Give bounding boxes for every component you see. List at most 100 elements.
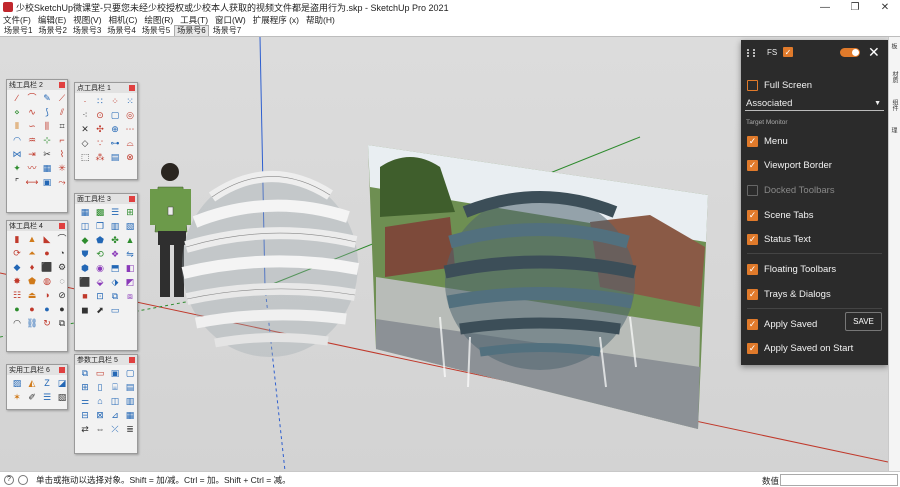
face-cube-icon[interactable]: ⬛ (78, 276, 92, 289)
scatter-icon[interactable]: ⁖ (78, 109, 92, 122)
scene-tabs-checkbox[interactable]: ✓ (747, 209, 758, 221)
utility-toolbar[interactable]: 实用工具栏 6 ▨ ◭ Z ◪ ✶ ✐ ☰ ▧ (6, 364, 68, 410)
solid-gem-icon[interactable]: ♦ (25, 261, 39, 274)
explode-icon[interactable]: ✳ (55, 162, 69, 175)
param-array-icon[interactable]: ⊟ (78, 409, 92, 422)
param-frame-icon[interactable]: ▢ (123, 367, 137, 380)
menu-checkbox[interactable]: ✓ (747, 135, 758, 147)
hatch-icon[interactable]: ⫼ (40, 120, 54, 133)
solid-shell-icon[interactable]: ◌ (55, 275, 69, 288)
floating-toolbars-checkbox[interactable]: ✓ (747, 263, 758, 275)
face-leaf-icon[interactable]: ✤ (108, 234, 122, 247)
face-stack-icon[interactable]: ▥ (108, 220, 122, 233)
push-pull-icon[interactable]: ▮ (10, 233, 24, 246)
solid-slice-icon[interactable]: ⊘ (55, 289, 69, 302)
solid-cube-icon[interactable]: ⬛ (40, 261, 54, 274)
face-project-icon[interactable]: ⬗ (108, 276, 122, 289)
trays-dialogs-checkbox[interactable]: ✓ (747, 288, 758, 300)
point-face-icon[interactable]: ▢ (108, 109, 122, 122)
solid-split-icon[interactable]: ◑ (40, 289, 54, 302)
full-screen-checkbox[interactable] (747, 79, 758, 91)
viewport-border-option[interactable]: ✓ Viewport Border (747, 157, 882, 173)
param-wall-icon[interactable]: ▤ (123, 381, 137, 394)
face-list-icon[interactable]: ☰ (108, 206, 122, 219)
star-icon[interactable]: ✶ (10, 391, 24, 404)
solid-gray-icon[interactable]: ● (55, 303, 69, 316)
face-tri-icon[interactable]: ▲ (123, 234, 137, 247)
face-uv-icon[interactable]: ⧉ (108, 290, 122, 303)
face-plane-icon[interactable]: ▭ (108, 304, 122, 317)
param-arrow-icon[interactable]: ⇄ (78, 423, 92, 436)
face-shield-icon[interactable]: ⛊ (78, 248, 92, 261)
fillet-icon[interactable]: ⌐ (55, 134, 69, 147)
menu-help[interactable]: 帮助(H) (306, 14, 335, 26)
twist-icon[interactable]: ⟳ (10, 247, 24, 260)
divide-icon[interactable]: ⊹ (40, 134, 54, 147)
face-loop-icon[interactable]: ⟲ (93, 248, 107, 261)
tray-tab-materials[interactable]: 材质 (890, 71, 899, 93)
revolve-icon[interactable]: ◔ (55, 247, 69, 260)
face-color-icon[interactable]: ❖ (108, 248, 122, 261)
scene-tab-5[interactable]: 场景号5 (140, 26, 172, 36)
solid-star-icon[interactable]: ✸ (10, 275, 24, 288)
face-split-icon[interactable]: ◫ (78, 220, 92, 233)
measurements-input[interactable] (780, 474, 898, 486)
curve-icon[interactable]: ∽ (25, 120, 39, 133)
docked-toolbars-checkbox[interactable] (747, 184, 758, 196)
param-floor-icon[interactable]: ◫ (108, 395, 122, 408)
monitor-select[interactable]: Associated ▼ (745, 96, 884, 111)
point-circle-icon[interactable]: ◎ (123, 109, 137, 122)
point-pair-icon[interactable]: ⁘ (108, 95, 122, 108)
point-snap-icon[interactable]: ⊕ (108, 123, 122, 136)
face-arrow-icon[interactable]: ⬈ (93, 304, 107, 317)
solid-rotate-icon[interactable]: ↻ (40, 317, 54, 330)
pen-tool-icon[interactable]: ✎ (40, 92, 54, 105)
point-box-icon[interactable]: ⬚ (78, 151, 92, 164)
face-grid-icon[interactable]: ▦ (78, 206, 92, 219)
point-line-icon[interactable]: ⋯ (123, 123, 137, 136)
close-icon[interactable] (129, 85, 135, 91)
menu-file[interactable]: 文件(F) (3, 14, 31, 26)
reference-photo[interactable] (368, 145, 708, 429)
param-plus-icon[interactable]: ⊞ (78, 381, 92, 394)
break-icon[interactable]: ⌇ (55, 148, 69, 161)
freehand-icon[interactable]: 〰 (25, 162, 39, 175)
close-panel-button[interactable]: ✕ (868, 44, 880, 61)
solid-cog-icon[interactable]: ⚙ (55, 261, 69, 274)
param-rail-icon[interactable]: ⚌ (78, 395, 92, 408)
cone-icon[interactable]: ▲ (25, 233, 39, 246)
scene-tab-2[interactable]: 场景号2 (36, 26, 68, 36)
gradient-icon[interactable]: ◪ (55, 377, 69, 390)
wedge-icon[interactable]: ◣ (40, 233, 54, 246)
apply-saved-checkbox[interactable]: ✓ (747, 318, 758, 330)
close-icon[interactable] (59, 82, 65, 88)
bezier-icon[interactable]: ∿ (25, 106, 39, 119)
util-hatch-icon[interactable]: ▧ (55, 391, 69, 404)
cross-icon[interactable]: ✕ (78, 123, 92, 136)
brush-icon[interactable]: ✐ (25, 391, 39, 404)
face-bevel-icon[interactable]: ⬙ (93, 276, 107, 289)
face-mesh-icon[interactable]: ⊞ (123, 206, 137, 219)
point-array-icon[interactable]: ⁙ (123, 95, 137, 108)
center-point-icon[interactable]: ⊙ (93, 109, 107, 122)
menu-draw[interactable]: 绘图(R) (144, 14, 173, 26)
face-warp-icon[interactable]: ⬟ (93, 234, 107, 247)
solid-prism-icon[interactable]: ⬟ (25, 275, 39, 288)
solid-tube-icon[interactable]: ◍ (40, 275, 54, 288)
parallel-lines-icon[interactable]: ⦀ (10, 120, 24, 133)
full-screen-option[interactable]: Full Screen (747, 77, 882, 93)
line-toolbar[interactable]: 线工具栏 2 ∕ ⌒ ✎ ⟋ ⋄ ∿ ⟆ ⫽ ⦀ ∽ ⫼ ⌗ ◠ ♒ ⊹ ⌐ ⋈… (6, 79, 68, 213)
menu-view[interactable]: 视图(V) (73, 14, 101, 26)
face-edge-icon[interactable]: ⊡ (93, 290, 107, 303)
weld-icon[interactable]: ⌗ (55, 120, 69, 133)
line-tool-icon[interactable]: ∕ (10, 92, 24, 105)
face-extrude-icon[interactable]: ⬒ (108, 262, 122, 275)
solid-stack-icon[interactable]: ☷ (10, 289, 24, 302)
apply-saved-on-start-checkbox[interactable]: ✓ (747, 342, 758, 354)
param-column-icon[interactable]: ▥ (123, 395, 137, 408)
point-spline-icon[interactable]: ⊶ (108, 137, 122, 150)
param-beam-icon[interactable]: ⊠ (93, 409, 107, 422)
face-black-icon[interactable]: ◼ (78, 304, 92, 317)
tray-tab-scenes[interactable]: 场景管理 (889, 127, 900, 149)
face-flip-icon[interactable]: ⇋ (123, 248, 137, 261)
